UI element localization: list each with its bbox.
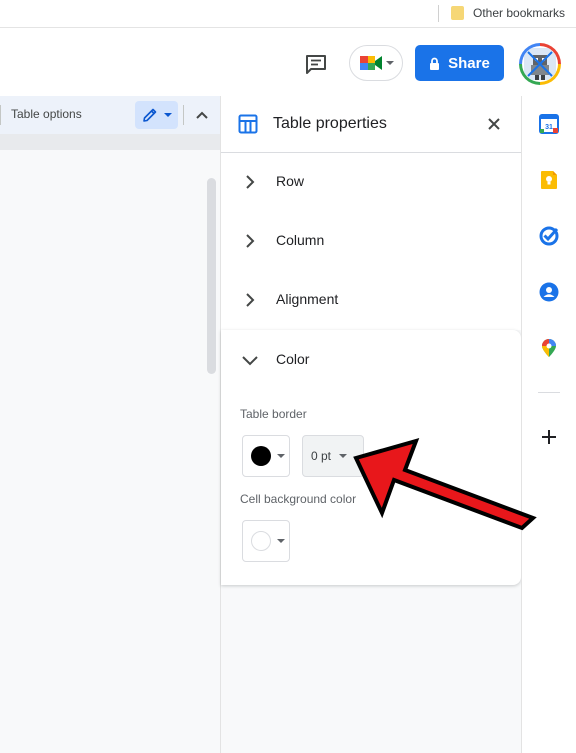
keep-icon <box>541 171 557 189</box>
table-options-button[interactable]: Table options <box>11 107 82 121</box>
side-panel-divider <box>538 392 560 393</box>
section-row-label: Row <box>276 173 305 189</box>
chevron-down-icon[interactable] <box>240 352 260 368</box>
editing-mode-caret <box>163 113 172 117</box>
table-properties-panel: Table properties Row Column Alignment Co… <box>220 96 521 753</box>
section-row[interactable]: Row <box>221 153 521 212</box>
lock-icon <box>430 57 440 70</box>
section-column[interactable]: Column <box>221 212 521 271</box>
border-weight-dropdown[interactable]: 0 pt <box>302 435 364 477</box>
section-alignment-label: Alignment <box>276 291 339 307</box>
tasks-icon <box>539 226 559 246</box>
get-addons-button[interactable] <box>537 425 561 449</box>
plus-icon <box>542 430 556 444</box>
robot-avatar-icon <box>524 48 556 80</box>
chevron-right-icon <box>246 175 255 189</box>
bookmarks-divider <box>438 5 439 22</box>
bookmarks-bar: Other bookmarks <box>0 0 576 28</box>
tasks-app-button[interactable] <box>537 224 561 248</box>
calendar-day: 31 <box>545 124 553 131</box>
vertical-scrollbar[interactable] <box>207 178 216 374</box>
border-color-swatch <box>251 446 271 466</box>
border-color-picker[interactable] <box>242 435 290 477</box>
section-color: Color Table border 0 pt Cell background … <box>221 330 521 585</box>
folder-icon <box>451 6 464 20</box>
avatar[interactable] <box>519 43 561 85</box>
editing-mode-button[interactable] <box>135 101 178 129</box>
border-color-caret <box>277 454 285 458</box>
section-color-label[interactable]: Color <box>276 351 309 367</box>
avatar-image <box>522 46 558 82</box>
hide-menus-button[interactable] <box>190 102 214 128</box>
side-panel: 31 <box>521 96 576 753</box>
table-border-label: Table border <box>240 407 307 421</box>
chevron-up-icon <box>196 111 208 119</box>
comment-history-button[interactable] <box>301 49 331 79</box>
border-weight-caret <box>339 454 348 458</box>
docs-header: Share <box>0 29 576 96</box>
comment-icon <box>306 55 326 74</box>
table-icon <box>238 114 258 134</box>
panel-header: Table properties <box>221 96 521 153</box>
meet-dropdown-caret <box>385 61 394 65</box>
section-alignment[interactable]: Alignment <box>221 271 521 330</box>
other-bookmarks-link[interactable]: Other bookmarks <box>473 6 565 20</box>
contacts-icon <box>539 282 559 302</box>
ruler <box>0 134 220 150</box>
calendar-app-button[interactable]: 31 <box>537 112 561 136</box>
editing-toolbar: Table options <box>0 96 220 134</box>
document-canvas[interactable] <box>0 150 220 753</box>
chevron-right-icon <box>246 234 255 248</box>
border-weight-value: 0 pt <box>311 449 332 463</box>
meet-button[interactable] <box>349 45 403 81</box>
close-panel-button[interactable] <box>483 113 505 135</box>
calendar-icon: 31 <box>539 114 559 134</box>
contacts-app-button[interactable] <box>537 280 561 304</box>
keep-app-button[interactable] <box>537 168 561 192</box>
maps-app-button[interactable] <box>537 336 561 360</box>
section-column-label: Column <box>276 232 325 248</box>
cell-background-label: Cell background color <box>240 492 357 506</box>
chevron-right-icon <box>246 293 255 307</box>
share-label: Share <box>448 54 490 72</box>
cell-background-picker[interactable] <box>242 520 290 562</box>
meet-icon <box>359 56 382 70</box>
toolbar-divider <box>0 105 1 125</box>
screen: Other bookmarks Share Table options Tabl… <box>0 0 576 753</box>
cell-background-swatch <box>251 531 271 551</box>
close-icon <box>488 118 500 130</box>
cell-background-caret <box>277 539 285 543</box>
pencil-icon <box>142 108 156 122</box>
share-button[interactable]: Share <box>415 45 504 81</box>
panel-title: Table properties <box>273 115 387 132</box>
toolbar-divider <box>183 105 184 125</box>
maps-icon <box>542 339 556 357</box>
